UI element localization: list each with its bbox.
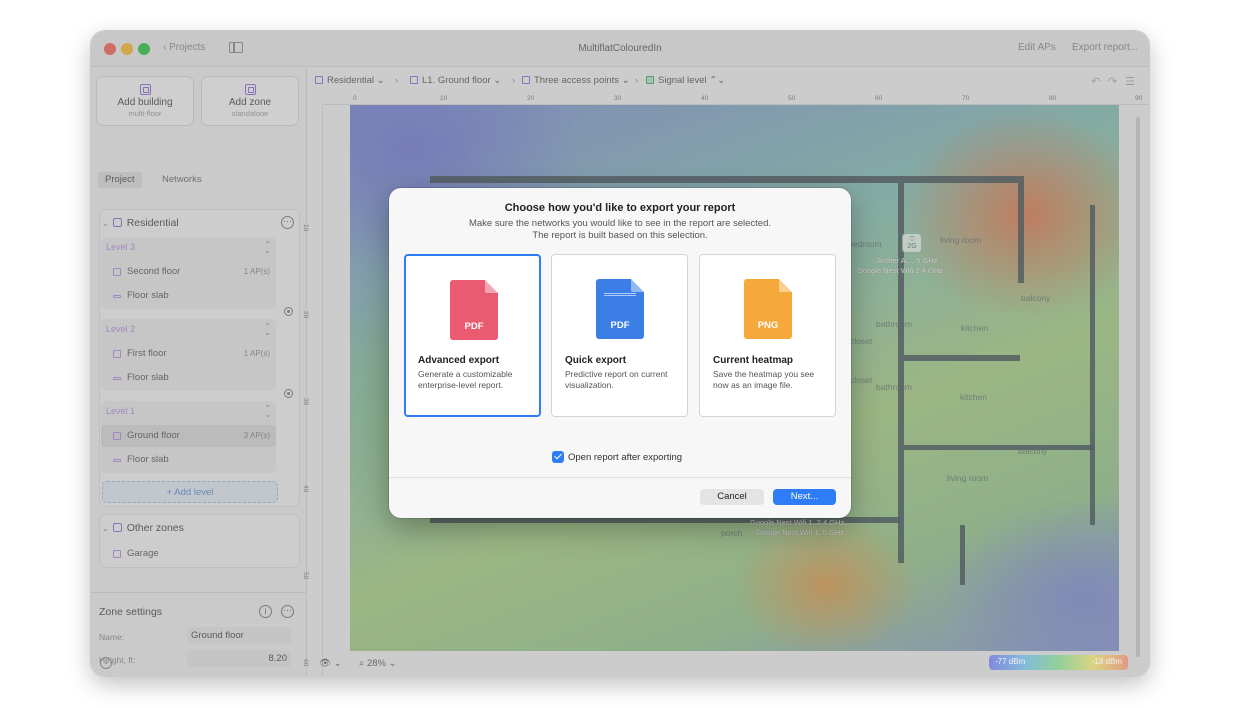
doc-badge: PNG — [757, 320, 779, 331]
zoom-value: 28% — [366, 658, 386, 669]
cancel-button[interactable]: Cancel — [700, 489, 764, 505]
pdf-document-icon: PDF — [450, 280, 498, 340]
open-after-export-checkbox[interactable] — [552, 451, 564, 463]
dialog-subtitle-1: Make sure the networks you would like to… — [468, 218, 772, 229]
visibility-toggle[interactable]: 👁 ⌄ — [319, 658, 342, 669]
open-after-export-label[interactable]: Open report after exporting — [568, 452, 682, 463]
dialog-divider — [389, 477, 851, 478]
doc-badge: PDF — [464, 321, 484, 332]
search-icon: ⌕ — [359, 658, 367, 669]
eye-icon: 👁 ⌄ — [319, 658, 342, 669]
option-title: Advanced export — [418, 355, 500, 366]
option-title: Quick export — [565, 355, 627, 366]
option-desc: Save the heatmap you see now as an image… — [713, 369, 815, 390]
option-title: Current heatmap — [713, 355, 794, 366]
dialog-subtitle-2: The report is built based on this select… — [532, 230, 708, 241]
quick-export-option[interactable]: PDF Quick export Predictive report on cu… — [551, 254, 688, 417]
dialog-title: Choose how you'd like to export your rep… — [504, 202, 736, 214]
doc-badge: PDF — [610, 320, 630, 331]
png-document-icon: PNG — [744, 279, 792, 339]
signal-legend: -77 dBm -18 dBm — [989, 655, 1128, 670]
current-heatmap-option[interactable]: PNG Current heatmap Save the heatmap you… — [699, 254, 836, 417]
export-report-dialog: Choose how you'd like to export your rep… — [389, 188, 851, 518]
zoom-control[interactable]: ⌕ 28% ⌄ — [359, 658, 397, 669]
legend-max: -18 dBm — [1091, 657, 1122, 666]
legend-min: -77 dBm — [995, 657, 1026, 666]
doc-lines — [604, 293, 636, 296]
next-button[interactable]: Next... — [773, 489, 836, 505]
option-desc: Generate a customizable enterprise-level… — [418, 369, 513, 390]
option-desc: Predictive report on current visualizati… — [565, 369, 668, 390]
advanced-export-option[interactable]: PDF Advanced export Generate a customiza… — [404, 254, 541, 417]
pdf-document-icon: PDF — [596, 279, 644, 339]
